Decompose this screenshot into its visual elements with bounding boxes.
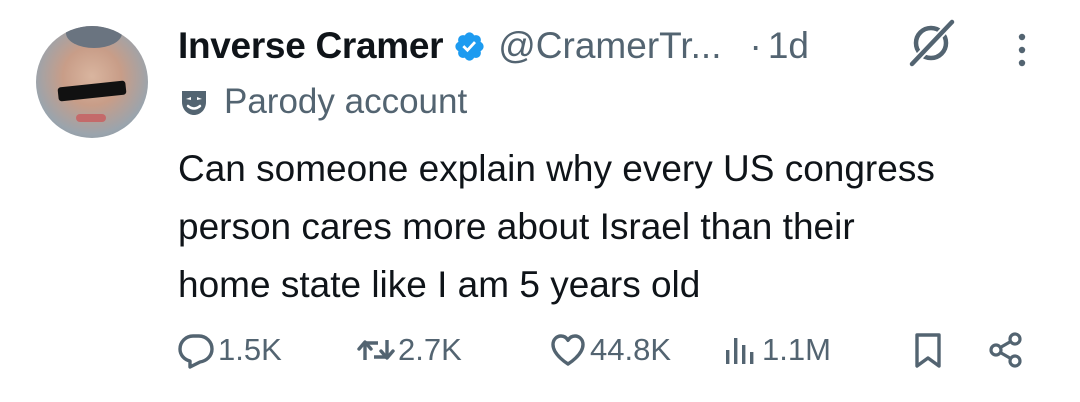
- more-icon[interactable]: [1010, 28, 1034, 72]
- views-count: 1.1M: [762, 332, 831, 367]
- like-button[interactable]: 44.8K: [548, 322, 671, 378]
- reply-button[interactable]: 1.5K: [176, 322, 282, 378]
- grok-icon[interactable]: [906, 18, 956, 68]
- tweet-line: Can someone explain why every US congres…: [178, 148, 935, 189]
- tweet-actions: 1.5K 2.7K 44.8K 1.1M: [0, 322, 1080, 378]
- bookmark-icon: [915, 333, 941, 368]
- repost-icon: [357, 340, 395, 360]
- tweet-header: Inverse Cramer @CramerTr... · 1d: [178, 20, 809, 72]
- reply-count: 1.5K: [218, 332, 282, 367]
- repost-button[interactable]: 2.7K: [356, 322, 462, 378]
- timestamp[interactable]: 1d: [768, 25, 809, 67]
- separator-dot: ·: [749, 25, 762, 66]
- like-icon: [551, 334, 585, 366]
- tweet-text: Can someone explain why every US congres…: [178, 140, 1058, 314]
- share-button[interactable]: [986, 322, 1026, 378]
- repost-count: 2.7K: [398, 332, 462, 367]
- like-count: 44.8K: [590, 332, 672, 367]
- views-button[interactable]: 1.1M: [720, 322, 831, 378]
- parody-label: Parody account: [178, 80, 467, 124]
- tweet-line: home state like I am 5 years old: [178, 264, 701, 305]
- avatar-mouth: [76, 114, 106, 122]
- views-icon: [726, 338, 754, 364]
- avatar[interactable]: [36, 26, 148, 138]
- avatar-sunglasses: [57, 80, 127, 102]
- handle[interactable]: @CramerTr...: [498, 25, 721, 67]
- reply-icon: [178, 334, 214, 369]
- avatar-hair: [66, 26, 122, 48]
- parody-mask-icon: [182, 91, 206, 115]
- parody-account-text: Parody account: [224, 82, 468, 121]
- display-name[interactable]: Inverse Cramer: [178, 25, 444, 67]
- bookmark-button[interactable]: [908, 322, 948, 378]
- tweet-line: person cares more about Israel than thei…: [178, 206, 855, 247]
- share-icon: [989, 332, 1022, 368]
- verified-badge-icon[interactable]: [453, 30, 486, 63]
